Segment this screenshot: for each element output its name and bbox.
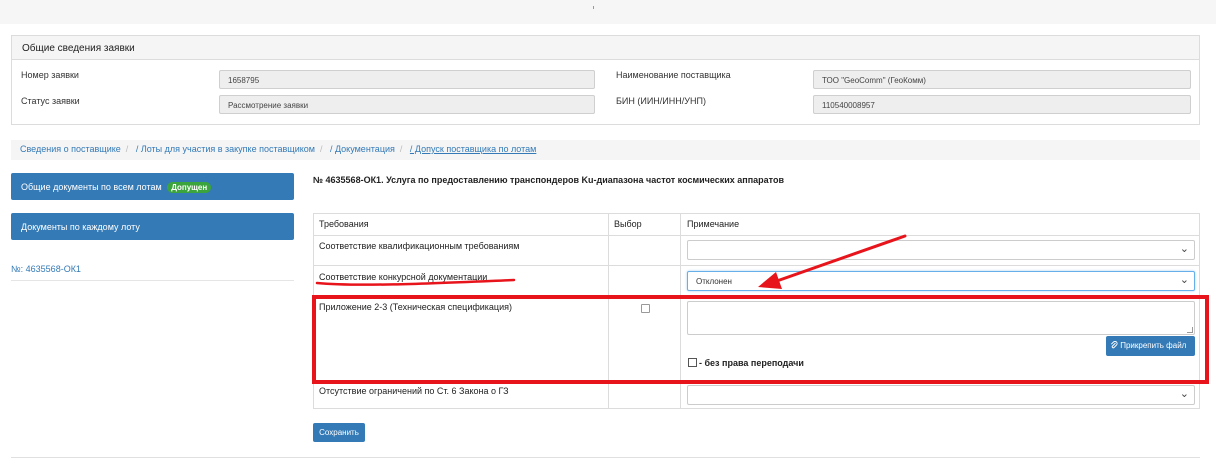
admitted-badge: Допущен (167, 182, 212, 193)
top-strip (0, 0, 1216, 24)
table-divider (313, 296, 1200, 297)
breadcrumb-separator: / (399, 144, 403, 154)
request-number-field[interactable]: 1658795 (219, 70, 595, 89)
supplier-name-field[interactable]: ТОО "GeoComm" (ГеоКомм) (813, 70, 1191, 89)
chevron-down-icon: ⌄ (1179, 274, 1189, 286)
status-label: Статус заявки (21, 96, 80, 106)
table-divider (313, 265, 1200, 266)
attach-file-label: Прикрепить файл (1120, 341, 1187, 350)
header-choice: Выбор (614, 219, 642, 229)
tender-docs-select[interactable]: Отклонен ⌄ (687, 271, 1195, 291)
lot-title: № 4635568-ОК1. Услуга по предоставлению … (313, 175, 785, 185)
general-docs-label: Общие документы по всем лотам (21, 182, 162, 192)
appendix-note-textarea[interactable] (687, 301, 1195, 335)
breadcrumb-supplier-info[interactable]: Сведения о поставщике (20, 144, 121, 154)
lot-link[interactable]: №: 4635568-ОК1 (11, 264, 294, 281)
table-divider (313, 380, 1200, 381)
save-button[interactable]: Сохранить (313, 423, 365, 442)
status-field[interactable]: Рассмотрение заявки (219, 95, 595, 114)
breadcrumb-documentation[interactable]: / Документация (330, 144, 395, 154)
panel-title: Общие сведения заявки (12, 36, 1199, 60)
chevron-down-icon: ⌄ (1179, 388, 1189, 400)
top-strip-mark (593, 6, 594, 9)
row-qualification-label: Соответствие квалификационным требования… (319, 241, 520, 251)
restrictions-select[interactable]: ⌄ (687, 385, 1195, 405)
tender-docs-select-value: Отклонен (696, 277, 732, 286)
qualification-select[interactable]: ⌄ (687, 240, 1195, 260)
appendix-checkbox[interactable] (641, 304, 650, 313)
breadcrumb-lots[interactable]: / Лоты для участия в закупке поставщиком (136, 144, 315, 154)
attach-file-button[interactable]: Прикрепить файл (1106, 336, 1195, 356)
table-divider (313, 235, 1200, 236)
supplier-name-label: Наименование поставщика (616, 70, 731, 80)
no-transfer-option[interactable]: - без права переподачи (688, 358, 804, 368)
request-summary-panel: Общие сведения заявки Номер заявки 16587… (11, 35, 1200, 125)
chevron-down-icon: ⌄ (1179, 243, 1189, 255)
per-lot-docs-button[interactable]: Документы по каждому лоту (11, 213, 294, 240)
row-appendix-label: Приложение 2-3 (Техническая спецификация… (319, 302, 512, 312)
resize-grip-icon[interactable] (1187, 327, 1193, 333)
breadcrumb-separator: / (125, 144, 129, 154)
row-restrictions-label: Отсутствие ограничений по Ст. 6 Закона о… (319, 386, 509, 396)
no-transfer-label: - без права переподачи (699, 358, 804, 368)
per-lot-docs-label: Документы по каждому лоту (21, 222, 140, 232)
breadcrumb-lot-admission[interactable]: / Допуск поставщика по лотам (410, 144, 536, 154)
header-note: Примечание (687, 219, 740, 229)
breadcrumb: Сведения о поставщике / / Лоты для участи… (11, 140, 1200, 160)
bin-label: БИН (ИИН/ИНН/УНП) (616, 96, 706, 106)
general-docs-button[interactable]: Общие документы по всем лотам Допущен (11, 173, 294, 200)
paperclip-icon (1110, 341, 1120, 350)
no-transfer-checkbox[interactable] (688, 358, 697, 367)
row-tender-docs-label: Соответствие конкурсной документации (319, 272, 488, 282)
request-number-label: Номер заявки (21, 70, 79, 80)
header-requirements: Требования (319, 219, 369, 229)
breadcrumb-separator: / (319, 144, 323, 154)
bottom-divider (11, 457, 1200, 458)
bin-field[interactable]: 110540008957 (813, 95, 1191, 114)
